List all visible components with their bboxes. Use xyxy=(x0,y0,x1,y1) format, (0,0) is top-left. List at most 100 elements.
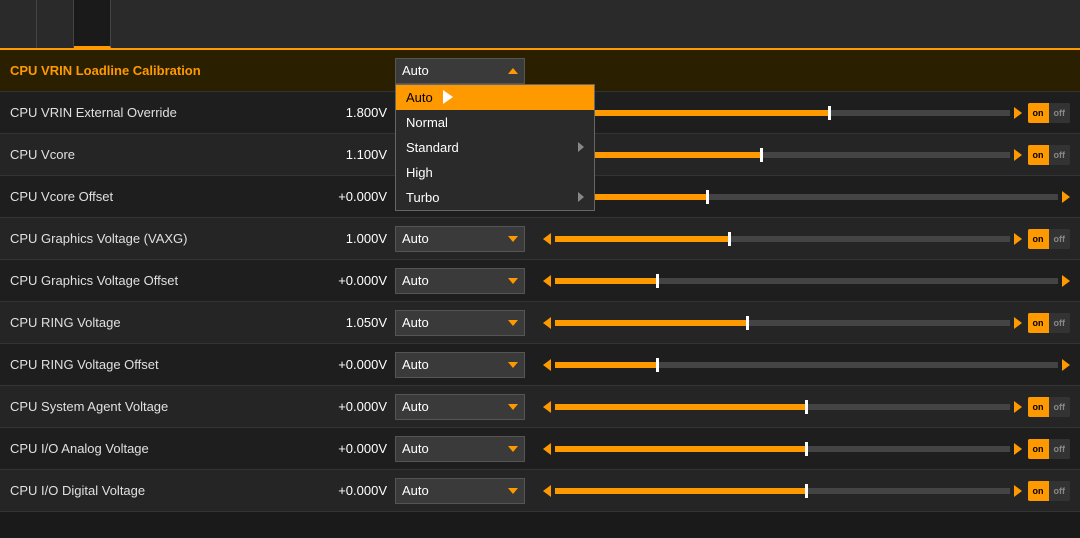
dropdown-button[interactable]: Auto xyxy=(395,352,525,378)
main-container: CPU VRIN Loadline CalibrationAutoAutoNor… xyxy=(0,0,1080,512)
toggle-on-label: on xyxy=(1028,103,1049,123)
slider-fill xyxy=(555,488,805,494)
dropdown-button[interactable]: Auto xyxy=(395,58,525,84)
tab-cpu-core[interactable] xyxy=(0,0,37,48)
dropdown-value: Auto xyxy=(402,483,429,498)
slider-track[interactable] xyxy=(555,194,1058,200)
slider-right-arrow-icon[interactable] xyxy=(1014,443,1022,455)
table-row[interactable]: CPU RING Voltage Offset+0.000VAuto xyxy=(0,344,1080,386)
slider-track[interactable] xyxy=(555,236,1010,242)
toggle-on-label: on xyxy=(1028,313,1049,333)
dropdown-value: Auto xyxy=(402,315,429,330)
slider-thumb[interactable] xyxy=(728,232,731,246)
row-value: 1.050V xyxy=(320,315,395,330)
table-row[interactable]: CPU VRIN Loadline Calibration AutoAutoNor… xyxy=(0,50,1080,92)
row-value: +0.000V xyxy=(320,189,395,204)
slider-left-arrow-icon[interactable] xyxy=(543,443,551,455)
slider-right-arrow-icon[interactable] xyxy=(1014,107,1022,119)
slider-track[interactable] xyxy=(555,488,1010,494)
slider-track[interactable] xyxy=(555,446,1010,452)
toggle-switch[interactable]: onoff xyxy=(1028,313,1071,333)
toggle-on-label: on xyxy=(1028,481,1049,501)
slider-track[interactable] xyxy=(555,404,1010,410)
dropdown-button[interactable]: Auto xyxy=(395,226,525,252)
toggle-switch[interactable]: onoff xyxy=(1028,229,1071,249)
slider-thumb[interactable] xyxy=(760,148,763,162)
row-label: CPU Graphics Voltage (VAXG) xyxy=(10,231,320,246)
dropdown-button[interactable]: Auto xyxy=(395,268,525,294)
row-label: CPU Vcore Offset xyxy=(10,189,320,204)
slider-left-arrow-icon[interactable] xyxy=(543,233,551,245)
slider-left-arrow-icon[interactable] xyxy=(543,485,551,497)
slider-thumb[interactable] xyxy=(805,400,808,414)
dropdown-popup-item[interactable]: Auto xyxy=(396,85,594,110)
toggle-on-label: on xyxy=(1028,439,1049,459)
dropdown-arrow-icon xyxy=(508,68,518,74)
row-label: CPU VRIN External Override xyxy=(10,105,320,120)
slider-right-arrow-icon[interactable] xyxy=(1014,401,1022,413)
dropdown-popup-item[interactable]: Normal xyxy=(396,110,594,135)
row-label: CPU RING Voltage Offset xyxy=(10,357,320,372)
toggle-switch[interactable]: onoff xyxy=(1028,439,1071,459)
table-row[interactable]: CPU RING Voltage1.050V Auto onoff xyxy=(0,302,1080,344)
dropdown-button[interactable]: Auto xyxy=(395,478,525,504)
table-row[interactable]: CPU I/O Analog Voltage+0.000VAutoonoff xyxy=(0,428,1080,470)
slider-left-arrow-icon[interactable] xyxy=(543,401,551,413)
toggle-off-label: off xyxy=(1049,313,1071,333)
slider-fill xyxy=(555,110,828,116)
toggle-switch[interactable]: onoff xyxy=(1028,145,1071,165)
tab-chipset[interactable] xyxy=(37,0,74,48)
toggle-off-label: off xyxy=(1049,145,1071,165)
slider-right-arrow-icon[interactable] xyxy=(1062,191,1070,203)
slider-thumb[interactable] xyxy=(805,442,808,456)
dropdown-button[interactable]: Auto xyxy=(395,310,525,336)
slider-thumb[interactable] xyxy=(706,190,709,204)
dropdown-popup-item[interactable]: Turbo xyxy=(396,185,594,210)
table-row[interactable]: CPU Graphics Voltage (VAXG)1.000VAutoono… xyxy=(0,218,1080,260)
table-row[interactable]: CPU I/O Digital Voltage+0.000VAutoonoff xyxy=(0,470,1080,512)
slider-thumb[interactable] xyxy=(828,106,831,120)
slider-right-arrow-icon[interactable] xyxy=(1014,233,1022,245)
slider-thumb[interactable] xyxy=(746,316,749,330)
slider-thumb[interactable] xyxy=(805,484,808,498)
dropdown-button[interactable]: Auto xyxy=(395,436,525,462)
dropdown-value: Auto xyxy=(402,357,429,372)
dropdown-arrow-icon xyxy=(508,446,518,452)
toggle-switch[interactable]: onoff xyxy=(1028,103,1071,123)
slider-right-arrow-icon[interactable] xyxy=(1062,275,1070,287)
dropdown-popup-item[interactable]: Standard xyxy=(396,135,594,160)
toggle-switch[interactable]: onoff xyxy=(1028,397,1071,417)
slider-track[interactable] xyxy=(555,362,1058,368)
dropdown-popup-item[interactable]: High xyxy=(396,160,594,185)
dropdown-button[interactable]: Auto xyxy=(395,394,525,420)
slider-right-arrow-icon[interactable] xyxy=(1014,317,1022,329)
slider-left-arrow-icon[interactable] xyxy=(543,317,551,329)
slider-container xyxy=(543,149,1022,161)
slider-fill xyxy=(555,320,746,326)
toggle-switch[interactable]: onoff xyxy=(1028,481,1071,501)
slider-left-arrow-icon[interactable] xyxy=(543,275,551,287)
slider-track[interactable] xyxy=(555,320,1010,326)
row-label: CPU VRIN Loadline Calibration xyxy=(10,63,320,78)
dropdown-arrow-icon xyxy=(508,278,518,284)
slider-track[interactable] xyxy=(555,278,1058,284)
slider-thumb[interactable] xyxy=(656,274,659,288)
row-label: CPU Graphics Voltage Offset xyxy=(10,273,320,288)
slider-fill xyxy=(555,278,656,284)
row-value: +0.000V xyxy=(320,441,395,456)
slider-container xyxy=(543,443,1022,455)
slider-right-arrow-icon[interactable] xyxy=(1014,485,1022,497)
slider-right-arrow-icon[interactable] xyxy=(1062,359,1070,371)
slider-track[interactable] xyxy=(555,152,1010,158)
slider-thumb[interactable] xyxy=(656,358,659,372)
dropdown-container: AutoAutoNormalStandardHighTurbo xyxy=(395,58,535,84)
table-row[interactable]: CPU Graphics Voltage Offset+0.000VAuto xyxy=(0,260,1080,302)
tab-memory[interactable] xyxy=(74,0,111,48)
slider-track[interactable] xyxy=(555,110,1010,116)
table-row[interactable]: CPU System Agent Voltage+0.000VAutoonoff xyxy=(0,386,1080,428)
slider-right-arrow-icon[interactable] xyxy=(1014,149,1022,161)
row-label: CPU RING Voltage xyxy=(10,315,320,330)
slider-left-arrow-icon[interactable] xyxy=(543,359,551,371)
dropdown-container: Auto xyxy=(395,268,535,294)
tab-bar xyxy=(0,0,1080,50)
